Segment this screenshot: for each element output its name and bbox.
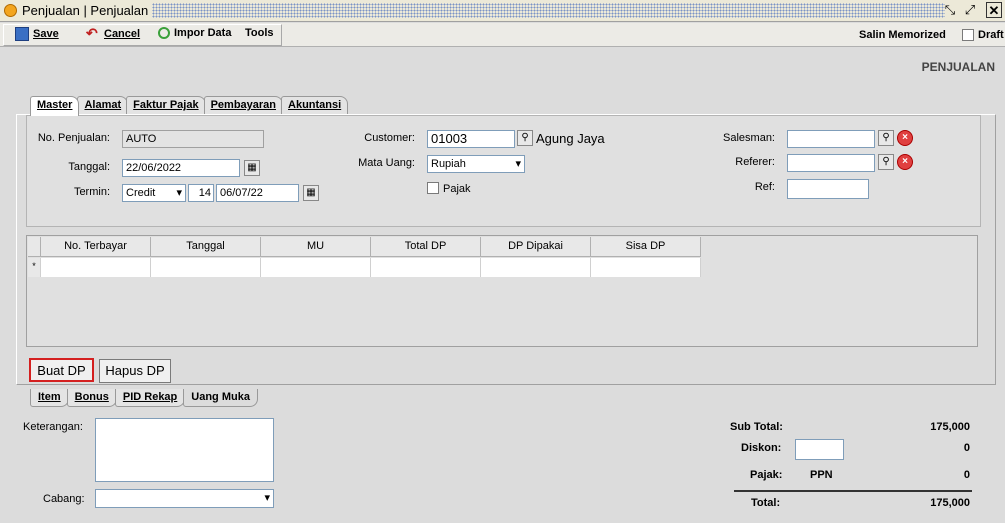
salesman-label: Salesman: (723, 132, 775, 144)
page-heading: PENJUALAN (921, 60, 995, 74)
no-penjualan-label: No. Penjualan: (37, 132, 110, 144)
sub-total-label: Sub Total: (730, 421, 783, 433)
close-icon[interactable]: ✕ (986, 2, 1002, 18)
customer-label: Customer: (364, 132, 415, 144)
table-cell[interactable] (41, 258, 151, 277)
column-header[interactable]: DP Dipakai (481, 237, 591, 257)
termin-label: Termin: (73, 186, 110, 198)
tab-pembayaran[interactable]: Pembayaran (203, 96, 284, 114)
table-cell[interactable] (481, 258, 591, 277)
draft-label: Draft (978, 29, 1004, 41)
referer-field[interactable] (787, 154, 875, 172)
search-icon[interactable]: ⚲ (878, 154, 894, 170)
tab-bonus[interactable]: Bonus (66, 389, 117, 407)
tab-pid-rekap[interactable]: PID Rekap (114, 389, 186, 407)
tools-button[interactable]: Tools (245, 27, 274, 39)
total-label: Total: (751, 497, 781, 509)
clear-icon[interactable]: × (897, 154, 913, 170)
customer-code-field[interactable]: 01003 (427, 130, 515, 148)
column-header[interactable]: No. Terbayar (41, 237, 151, 257)
cancel-button[interactable]: ↶ Cancel (86, 25, 140, 41)
search-icon[interactable]: ⚲ (878, 130, 894, 146)
total-divider (734, 490, 972, 492)
column-header[interactable]: Sisa DP (591, 237, 701, 257)
column-header[interactable]: Tanggal (151, 237, 261, 257)
row-marker: * (28, 258, 41, 277)
tab-uang-muka[interactable]: Uang Muka (183, 389, 258, 407)
import-icon (158, 27, 170, 39)
restore-icon[interactable]: ⤡ (942, 2, 958, 18)
window-title: Penjualan | Penjualan (22, 3, 153, 18)
pajak-type: PPN (810, 469, 833, 481)
title-bar-pattern (152, 3, 945, 18)
keterangan-field[interactable] (95, 418, 274, 482)
app-icon (4, 4, 17, 17)
top-tabs: Master Alamat Faktur Pajak Pembayaran Ak… (30, 96, 349, 116)
table-cell[interactable] (261, 258, 371, 277)
termin-date-field[interactable]: 06/07/22 (216, 184, 299, 202)
tab-master[interactable]: Master (30, 96, 80, 116)
bottom-tabs: Item Bonus PID Rekap Uang Muka (30, 389, 258, 407)
diskon-value: 0 (963, 442, 970, 454)
undo-icon: ↶ (86, 25, 98, 41)
diskon-label: Diskon: (741, 442, 782, 454)
buat-dp-button[interactable]: Buat DP (29, 358, 94, 382)
title-bar: Penjualan | Penjualan ⤡ ⤢ ✕ (0, 0, 1005, 22)
salesman-field[interactable] (787, 130, 875, 148)
pajak-label: Pajak (443, 183, 471, 195)
maximize-icon[interactable]: ⤢ (962, 2, 978, 18)
diskon-field[interactable] (795, 439, 844, 460)
draft-checkbox[interactable] (962, 29, 974, 41)
table-cell[interactable] (371, 258, 481, 277)
clear-icon[interactable]: × (897, 130, 913, 146)
customer-name: Agung Jaya (536, 131, 605, 146)
master-panel: No. Penjualan: AUTO Tanggal: 22/06/2022 … (26, 115, 981, 227)
ref-field[interactable] (787, 179, 869, 199)
calendar-icon[interactable]: ▦ (303, 185, 319, 201)
pajak-checkbox[interactable] (427, 182, 439, 194)
column-header[interactable]: Total DP (371, 237, 481, 257)
mata-uang-label: Mata Uang: (358, 157, 415, 169)
table-cell[interactable] (591, 258, 701, 277)
keterangan-label: Keterangan: (23, 421, 83, 433)
import-data-button[interactable]: Impor Data (158, 27, 231, 39)
no-penjualan-field[interactable]: AUTO (122, 130, 264, 148)
pajak-value: 0 (963, 469, 970, 481)
referer-label: Referer: (735, 156, 775, 168)
tanggal-label: Tanggal: (68, 161, 110, 173)
salin-memorized-button[interactable]: Salin Memorized (859, 29, 946, 41)
tab-item[interactable]: Item (30, 389, 69, 407)
floppy-icon (15, 27, 29, 41)
termin-days-field[interactable]: 14 (188, 184, 214, 202)
search-icon[interactable]: ⚲ (517, 130, 533, 146)
ref-label: Ref: (754, 181, 775, 193)
tab-alamat[interactable]: Alamat (77, 96, 129, 114)
tab-akuntansi[interactable]: Akuntansi (281, 96, 349, 114)
column-header[interactable]: MU (261, 237, 371, 257)
calendar-icon[interactable]: ▦ (244, 160, 260, 176)
tanggal-field[interactable]: 22/06/2022 (122, 159, 240, 177)
tab-faktur-pajak[interactable]: Faktur Pajak (126, 96, 206, 114)
hapus-dp-button[interactable]: Hapus DP (99, 359, 171, 383)
toolbar: Save ↶ Cancel Impor Data Tools Salin Mem… (0, 23, 1005, 47)
cabang-label: Cabang: (43, 493, 85, 505)
table-cell[interactable] (151, 258, 261, 277)
dp-table: No. Terbayar Tanggal MU Total DP DP Dipa… (26, 235, 978, 347)
mata-uang-select[interactable]: Rupiah (427, 155, 525, 173)
cabang-select[interactable] (95, 489, 274, 508)
sub-total-value: 175,000 (930, 421, 970, 433)
pajak-total-label: Pajak: (750, 469, 783, 481)
termin-select[interactable]: Credit (122, 184, 186, 202)
total-value: 175,000 (930, 497, 970, 509)
row-header-corner (28, 237, 41, 257)
save-button[interactable]: Save (15, 27, 59, 41)
